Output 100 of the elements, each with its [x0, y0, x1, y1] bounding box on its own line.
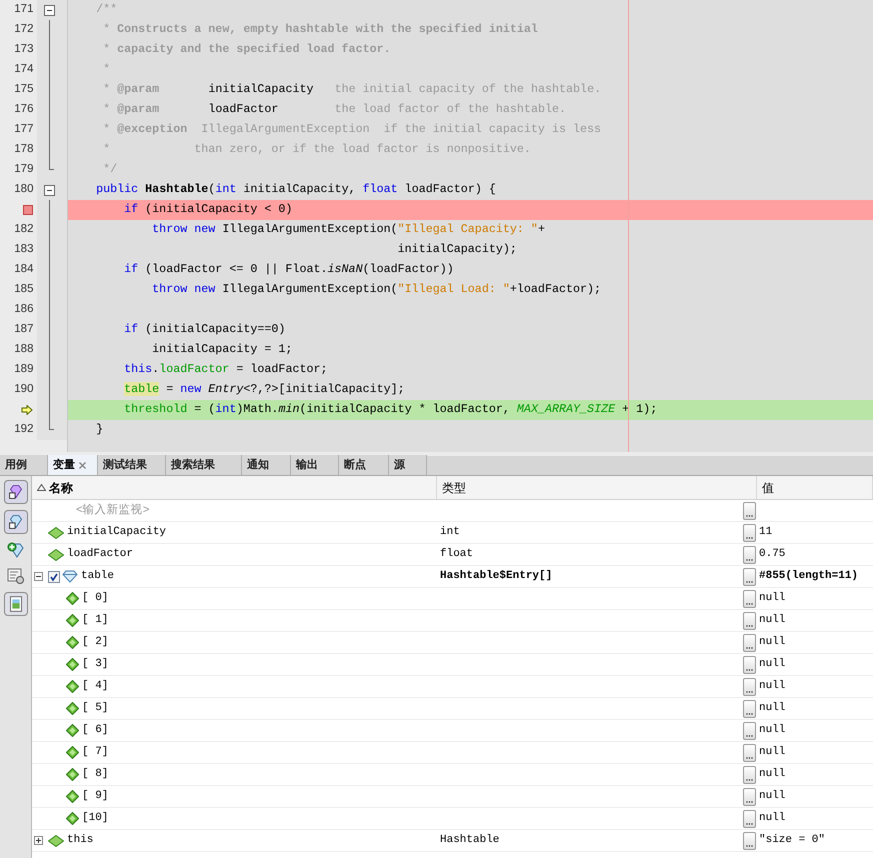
variable-name: loadFactor — [66, 547, 134, 562]
variable-value: null — [759, 591, 786, 606]
column-header[interactable]: 名称 — [32, 476, 437, 499]
diamond-icon — [66, 768, 79, 781]
panel-tab[interactable]: 输出 — [291, 455, 339, 475]
more-button[interactable] — [743, 700, 756, 718]
variable-name: table — [80, 569, 114, 584]
diamond-icon — [66, 680, 79, 693]
more-button[interactable] — [743, 634, 756, 652]
add-watch-icon[interactable] — [6, 540, 26, 560]
variable-value: null — [759, 811, 786, 826]
more-button[interactable] — [743, 766, 756, 784]
variable-name: [ 9] — [81, 789, 108, 804]
variable-value: null — [759, 701, 786, 716]
variable-name: [ 5] — [81, 701, 108, 716]
variable-value: null — [759, 789, 786, 804]
gem-icon[interactable] — [4, 480, 28, 504]
column-header[interactable]: 类型 — [437, 476, 757, 499]
checkbox[interactable] — [48, 570, 60, 582]
code-line: initialCapacity = 1; — [151, 341, 292, 358]
column-header[interactable]: 值 — [757, 476, 873, 499]
diamond-icon — [66, 724, 79, 737]
diamond-icon — [48, 548, 64, 560]
variable-name: [ 7] — [81, 745, 108, 760]
variable-value: null — [759, 679, 786, 694]
line-number: 172 — [14, 22, 34, 38]
line-number: 190 — [14, 382, 34, 398]
panel-tab[interactable]: 断点 — [339, 455, 389, 475]
line-number: 183 — [14, 242, 34, 258]
variable-name: [ 8] — [81, 767, 108, 782]
code-line: * — [102, 61, 110, 78]
code-line: } — [95, 421, 104, 438]
variable-name: initialCapacity — [66, 525, 166, 540]
collapse-icon[interactable] — [44, 5, 56, 16]
more-button[interactable] — [743, 612, 756, 630]
line-number: 174 — [14, 62, 34, 78]
code-line: throw new IllegalArgumentException("Illegal Capacity: "+ — [151, 221, 545, 238]
diamond-icon — [66, 702, 79, 715]
diamond-icon — [66, 592, 79, 605]
diamond-icon — [48, 526, 64, 538]
panel-tab[interactable]: 用例 — [0, 455, 48, 475]
variable-value: 0.75 — [759, 547, 786, 562]
panel-tab[interactable]: 源 — [389, 455, 427, 475]
variable-value: null — [759, 613, 786, 628]
code-line: if (initialCapacity==0) — [123, 321, 286, 338]
panel-tab[interactable]: 搜索结果 — [166, 455, 242, 475]
more-button[interactable] — [743, 524, 756, 542]
panel-tab[interactable]: 通知 — [242, 455, 291, 475]
line-number: 182 — [14, 222, 34, 238]
line-number: 173 — [14, 42, 34, 58]
more-button[interactable] — [743, 502, 756, 520]
panel-tab[interactable]: 变量 — [48, 455, 98, 475]
image-icon[interactable] — [4, 592, 28, 616]
more-button[interactable] — [743, 810, 756, 828]
code-line: * @param initialCapacity the initial capacity of the hashtable. — [102, 81, 602, 98]
code-line: * @exception IllegalArgumentException if the initial capacity is less — [102, 121, 602, 138]
line-number: 186 — [14, 302, 34, 318]
line-number: 185 — [14, 282, 34, 298]
line-number: 180 — [14, 182, 34, 198]
code-line: /** — [95, 1, 118, 18]
more-button[interactable] — [743, 788, 756, 806]
close-icon[interactable] — [79, 462, 86, 468]
code-line: throw new IllegalArgumentException("Illegal Load: "+loadFactor); — [151, 281, 602, 298]
more-button[interactable] — [743, 678, 756, 696]
code-line: * @param loadFactor the load factor of the hashtable. — [102, 101, 566, 118]
more-button[interactable] — [743, 722, 756, 740]
gem-icon[interactable] — [4, 510, 28, 534]
code-line: * Constructs a new, empty hashtable with the specified initial — [102, 21, 538, 38]
variable-name: this — [66, 833, 94, 848]
collapse-icon[interactable] — [44, 185, 56, 196]
settings-icon[interactable] — [6, 566, 26, 586]
panel-tab[interactable]: 测试结果 — [98, 455, 166, 475]
more-button[interactable] — [743, 568, 756, 586]
more-button[interactable] — [743, 546, 756, 564]
code-line: if (initialCapacity < 0) — [123, 201, 292, 218]
line-number: 179 — [14, 162, 34, 178]
variable-name: [ 1] — [81, 613, 108, 628]
line-number: 188 — [14, 342, 34, 358]
code-line: initialCapacity); — [396, 241, 517, 258]
code-line: public Hashtable(int initialCapacity, float loadFactor) { — [95, 181, 496, 198]
more-button[interactable] — [743, 744, 756, 762]
line-number: 176 — [14, 102, 34, 118]
variable-value: null — [759, 657, 786, 672]
more-button[interactable] — [743, 656, 756, 674]
variable-name: [ 3] — [81, 657, 108, 672]
diamond-icon — [66, 636, 79, 649]
code-line: threshold = (int)Math.min(initialCapacity * loadFactor, MAX_ARRAY_SIZE + 1); — [123, 401, 658, 418]
collapse-icon[interactable] — [34, 572, 43, 581]
line-number: 187 — [14, 322, 34, 338]
breakpoint-icon[interactable] — [23, 205, 34, 215]
diamond-icon — [66, 746, 79, 759]
diamond-icon — [66, 658, 79, 671]
variable-value: null — [759, 745, 786, 760]
more-button[interactable] — [743, 832, 756, 850]
more-button[interactable] — [743, 590, 756, 608]
line-number: 189 — [14, 362, 34, 378]
variable-name: [ 6] — [81, 723, 108, 738]
gem-icon — [62, 570, 78, 583]
expand-icon[interactable] — [34, 836, 43, 845]
code-line: this.loadFactor = loadFactor; — [123, 361, 328, 378]
